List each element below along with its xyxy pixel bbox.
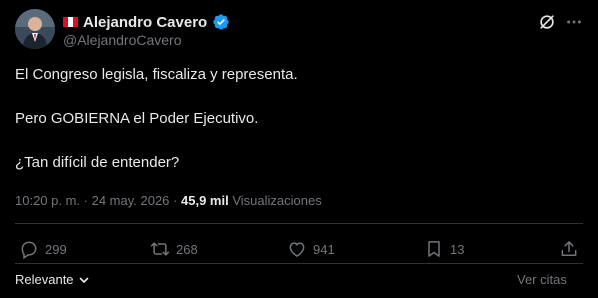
retweet-count: 268 [176,241,198,257]
tweet-meta: 10:20 p. m. · 24 may. 2026 · 45,9 mil Vi… [15,193,322,208]
verified-badge-icon[interactable] [212,13,230,31]
avatar[interactable] [15,9,55,49]
sort-label: Relevante [15,272,74,287]
divider [15,223,583,224]
flag-stripe-right [73,17,78,27]
author-name-row: Alejandro Cavero [63,12,230,32]
author-display-name[interactable]: Alejandro Cavero [83,14,207,31]
share-icon [561,241,577,256]
tweet-paragraph: El Congreso legisla, fiscaliza y represe… [15,66,298,83]
like-button[interactable]: 941 [287,239,335,259]
views-label: Visualizaciones [232,193,322,208]
like-count: 941 [313,241,335,257]
tweet-card: Alejandro Cavero @AlejandroCavero El Con… [0,0,598,298]
heart-icon [289,242,305,257]
chevron-down-icon [79,277,88,283]
tweet-paragraph: ¿Tan difícil de entender? [15,154,180,171]
reply-button[interactable]: 299 [19,239,67,259]
retweet-button[interactable]: 268 [150,239,198,259]
more-options-icon[interactable] [564,12,584,32]
author-handle[interactable]: @AlejandroCavero [63,32,182,48]
tweet-paragraph: Pero GOBIERNA el Poder Ejecutivo. [15,110,259,127]
bookmark-icon [428,241,440,257]
retweet-icon [150,242,170,256]
meta-separator: · [173,193,178,208]
grok-icon[interactable] [537,12,557,32]
divider [15,263,583,264]
sort-replies-dropdown[interactable]: Relevante [15,272,90,287]
tweet-timestamp[interactable]: 10:20 p. m. · 24 may. 2026 [15,193,169,208]
peru-flag-icon [63,17,78,27]
view-quotes-link[interactable]: Ver citas [517,272,567,287]
views-count: 45,9 mil [181,193,229,208]
tweet-text: El Congreso legisla, fiscaliza y represe… [15,65,575,173]
reply-count: 299 [45,241,67,257]
bookmark-count: 13 [450,241,465,257]
bookmark-button[interactable]: 13 [424,239,464,259]
reply-icon [21,241,37,259]
share-button[interactable] [559,239,579,259]
